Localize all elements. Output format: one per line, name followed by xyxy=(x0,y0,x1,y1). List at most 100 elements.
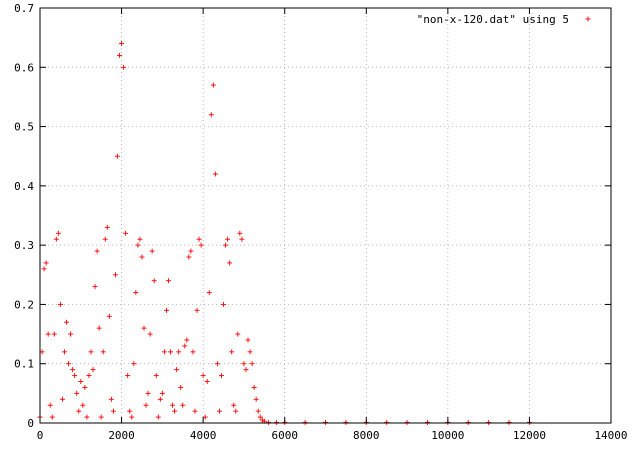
data-point xyxy=(178,384,184,390)
legend-label: "non-x-120.dat" using 5 xyxy=(417,13,569,26)
data-point xyxy=(180,402,186,408)
data-point xyxy=(212,171,218,177)
data-point xyxy=(172,408,178,414)
data-point xyxy=(188,248,194,254)
x-tick-label: 10000 xyxy=(431,429,464,442)
data-point xyxy=(159,390,165,396)
data-point xyxy=(137,236,143,242)
data-point xyxy=(88,349,94,355)
data-point xyxy=(51,331,57,337)
data-point xyxy=(68,331,74,337)
data-point xyxy=(214,361,220,367)
data-point xyxy=(323,419,328,425)
data-point xyxy=(112,272,118,278)
data-point xyxy=(45,331,51,337)
data-point xyxy=(135,242,141,248)
data-point xyxy=(61,349,67,355)
data-point xyxy=(104,224,110,230)
data-point xyxy=(78,379,84,384)
data-point xyxy=(72,373,78,379)
data-point xyxy=(210,82,216,88)
data-point xyxy=(149,248,155,254)
data-point xyxy=(47,402,53,408)
data-point xyxy=(41,266,47,272)
data-point xyxy=(245,337,251,343)
data-point xyxy=(233,408,239,414)
data-point xyxy=(131,361,137,367)
data-point xyxy=(231,402,237,408)
x-tick-label: 4000 xyxy=(190,429,217,442)
legend-marker-icon xyxy=(585,16,591,22)
data-point xyxy=(70,367,76,373)
data-point xyxy=(253,396,259,402)
data-point xyxy=(204,379,210,384)
data-point xyxy=(186,254,192,260)
data-point xyxy=(343,419,349,425)
data-point xyxy=(221,301,227,307)
scatter-chart: 0 2000 4000 6000 8000 10000 12000 14000 0 0.1 0.2 0… xyxy=(14,2,627,442)
data-point xyxy=(102,236,108,242)
data-point xyxy=(182,343,188,349)
plot-frame xyxy=(39,7,612,424)
data-point xyxy=(82,384,88,390)
data-point xyxy=(123,230,129,236)
data-point xyxy=(119,41,125,47)
data-point xyxy=(206,290,212,296)
data-point xyxy=(200,373,206,379)
data-point xyxy=(98,414,104,420)
data-point xyxy=(49,414,55,420)
y-tick-label: 0 xyxy=(27,417,34,430)
data-point xyxy=(106,313,112,319)
data-point xyxy=(247,349,253,355)
data-point xyxy=(227,260,233,266)
data-point xyxy=(59,396,65,402)
data-point xyxy=(127,408,133,414)
data-point xyxy=(302,419,308,425)
x-tick-label: 2000 xyxy=(108,429,135,442)
data-point xyxy=(225,236,231,242)
data-point xyxy=(241,361,247,367)
x-tick-label: 8000 xyxy=(353,429,380,442)
y-tick-label: 0.7 xyxy=(14,2,34,15)
legend: "non-x-120.dat" using 5 xyxy=(417,13,591,26)
x-tick-label: 14000 xyxy=(594,429,627,442)
data-point xyxy=(151,278,157,284)
data-point xyxy=(96,325,102,331)
data-point xyxy=(174,367,180,373)
data-point xyxy=(265,419,271,425)
data-point xyxy=(486,419,492,425)
data-point xyxy=(384,419,390,425)
data-point xyxy=(92,284,98,290)
data-point xyxy=(43,260,49,266)
y-tick-label: 0.3 xyxy=(14,239,34,252)
data-point xyxy=(94,248,100,254)
data-point xyxy=(168,349,174,355)
data-point xyxy=(76,408,82,414)
data-point xyxy=(196,236,202,242)
data-point xyxy=(194,307,200,313)
y-tick-label: 0.2 xyxy=(14,298,34,311)
data-point xyxy=(218,373,224,379)
data-point xyxy=(255,408,261,414)
data-point xyxy=(141,325,147,331)
data-point xyxy=(192,408,198,414)
data-point xyxy=(239,236,245,242)
data-point xyxy=(198,242,204,248)
data-point xyxy=(86,373,92,379)
data-point xyxy=(251,384,257,390)
data-point xyxy=(100,349,106,355)
data-point xyxy=(74,390,80,396)
data-point xyxy=(163,307,169,313)
data-point xyxy=(184,337,190,343)
data-point xyxy=(117,52,123,58)
data-point xyxy=(145,390,151,396)
data-point xyxy=(161,349,167,355)
data-point xyxy=(139,254,145,260)
data-point xyxy=(66,361,72,367)
data-point xyxy=(147,331,153,337)
data-point xyxy=(216,408,222,414)
data-point xyxy=(55,230,61,236)
data-point xyxy=(153,373,159,379)
x-tick-label: 6000 xyxy=(271,429,298,442)
data-point xyxy=(404,419,410,425)
